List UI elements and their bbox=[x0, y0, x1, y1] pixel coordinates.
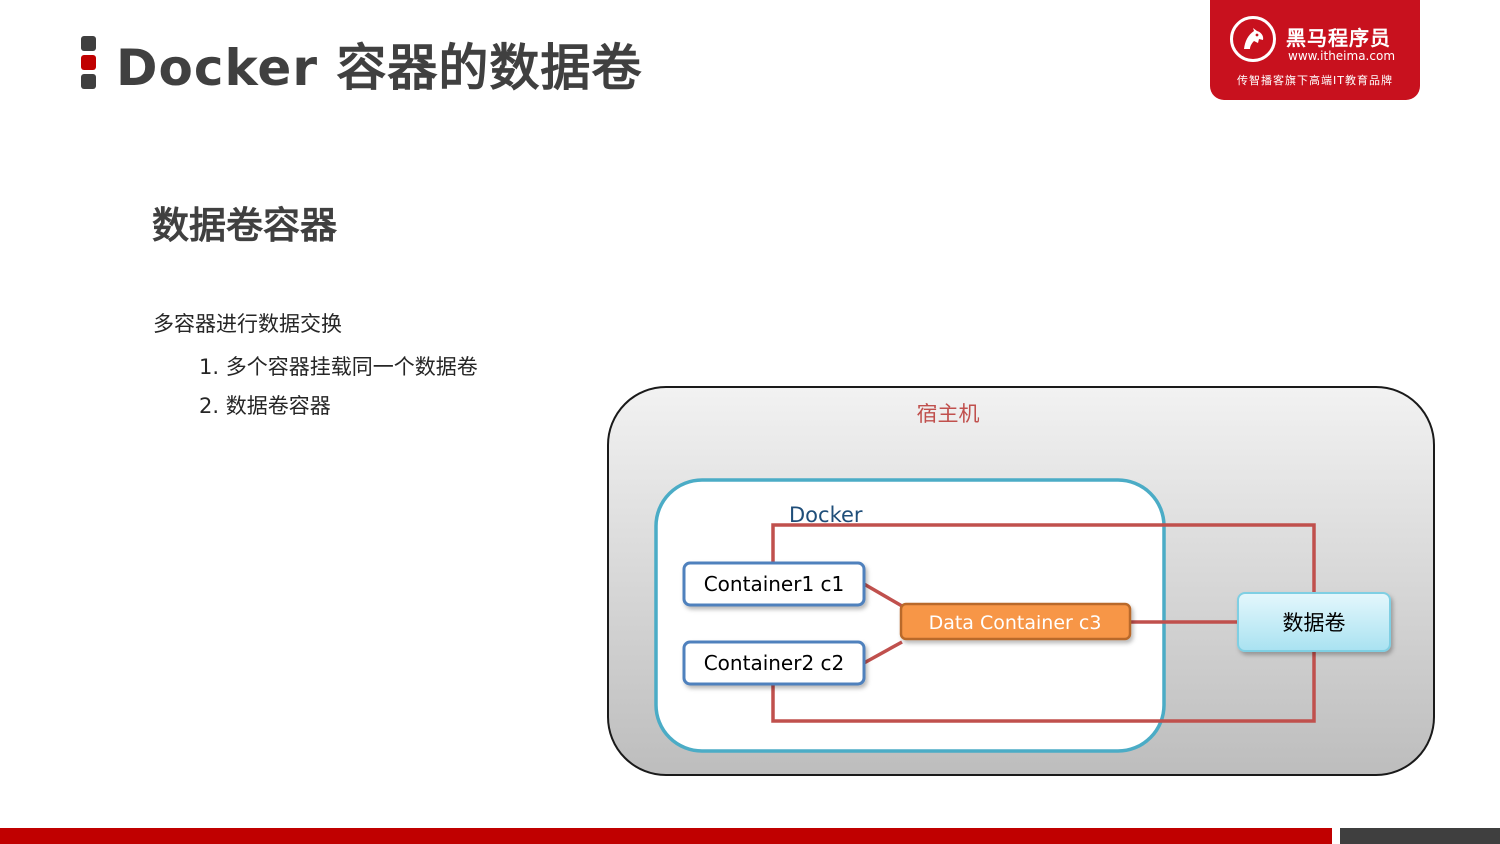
host-label: 宿主机 bbox=[917, 402, 980, 426]
logo-name: 黑马程序员 bbox=[1286, 26, 1391, 50]
point-list: 1. 多个容器挂载同一个数据卷 2. 数据卷容器 bbox=[199, 348, 478, 426]
horse-head-icon bbox=[1230, 16, 1276, 62]
title-marks bbox=[81, 36, 96, 93]
title-mark-top bbox=[81, 36, 96, 51]
footer-bar-dark bbox=[1340, 828, 1500, 844]
data-volume-label: 数据卷 bbox=[1283, 611, 1346, 635]
section-heading: 数据卷容器 bbox=[152, 204, 337, 247]
title-mark-bottom bbox=[81, 74, 96, 89]
title-mark-middle bbox=[81, 55, 96, 70]
footer-bar-red bbox=[0, 828, 1332, 844]
logo-url: www.itheima.com bbox=[1288, 49, 1396, 63]
logo-slogan: 传智播客旗下高端IT教育品牌 bbox=[1237, 74, 1393, 87]
container2-label: Container2 c2 bbox=[704, 651, 845, 675]
list-item: 1. 多个容器挂载同一个数据卷 bbox=[199, 355, 478, 379]
list-item: 2. 数据卷容器 bbox=[199, 394, 331, 418]
brand-logo: 黑马程序员 www.itheima.com 传智播客旗下高端IT教育品牌 bbox=[1210, 0, 1420, 100]
intro-text: 多容器进行数据交换 bbox=[153, 312, 342, 336]
page-title: Docker 容器的数据卷 bbox=[116, 39, 643, 97]
container1-label: Container1 c1 bbox=[704, 572, 845, 596]
data-volume-container-diagram: 宿主机 Docker Container1 c1 Container2 c2 D… bbox=[607, 386, 1435, 776]
data-container-label: Data Container c3 bbox=[929, 612, 1102, 634]
